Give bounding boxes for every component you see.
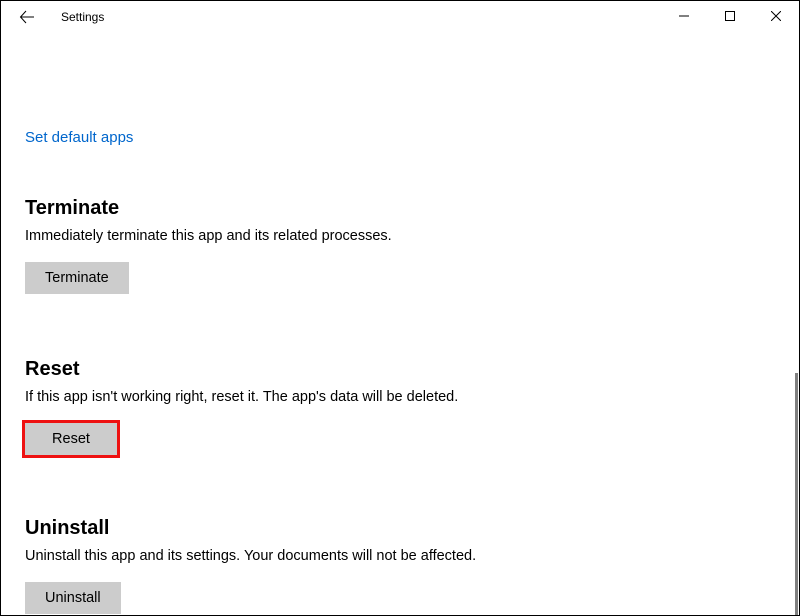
close-button[interactable] bbox=[753, 1, 799, 31]
uninstall-button[interactable]: Uninstall bbox=[25, 582, 121, 614]
window-controls bbox=[661, 1, 799, 31]
terminate-section: Terminate Immediately terminate this app… bbox=[25, 197, 775, 294]
titlebar: Settings bbox=[1, 1, 799, 33]
maximize-icon bbox=[725, 11, 735, 21]
minimize-button[interactable] bbox=[661, 1, 707, 31]
reset-description: If this app isn't working right, reset i… bbox=[25, 389, 775, 405]
reset-heading: Reset bbox=[25, 358, 775, 381]
close-icon bbox=[771, 11, 781, 21]
window-title: Settings bbox=[61, 10, 104, 24]
reset-section: Reset If this app isn't working right, r… bbox=[25, 358, 775, 455]
uninstall-section: Uninstall Uninstall this app and its set… bbox=[25, 517, 775, 614]
terminate-heading: Terminate bbox=[25, 197, 775, 220]
back-button[interactable] bbox=[11, 1, 43, 33]
terminate-description: Immediately terminate this app and its r… bbox=[25, 228, 775, 244]
uninstall-description: Uninstall this app and its settings. You… bbox=[25, 548, 775, 564]
uninstall-heading: Uninstall bbox=[25, 517, 775, 540]
reset-button[interactable]: Reset bbox=[25, 423, 117, 455]
terminate-button[interactable]: Terminate bbox=[25, 262, 129, 294]
content-area: Set default apps Terminate Immediately t… bbox=[1, 33, 799, 614]
set-default-apps-link[interactable]: Set default apps bbox=[25, 129, 133, 146]
scrollbar[interactable] bbox=[795, 373, 798, 615]
maximize-button[interactable] bbox=[707, 1, 753, 31]
minimize-icon bbox=[679, 11, 689, 21]
back-arrow-icon bbox=[19, 9, 35, 25]
